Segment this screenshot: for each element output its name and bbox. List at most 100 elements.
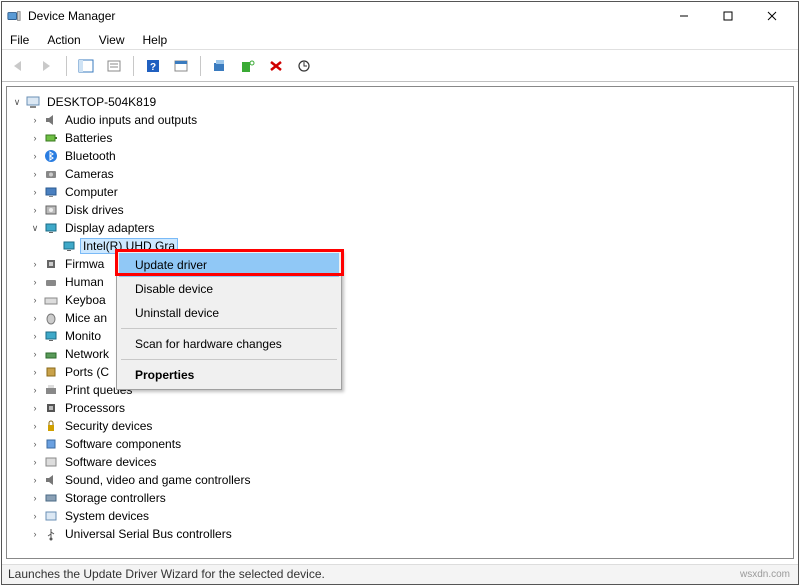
usb-icon	[43, 526, 59, 542]
expand-icon[interactable]: ›	[29, 492, 41, 504]
context-properties[interactable]: Properties	[119, 363, 339, 387]
hid-icon	[43, 274, 59, 290]
camera-icon	[43, 166, 59, 182]
expand-icon[interactable]: ›	[29, 528, 41, 540]
context-update-driver[interactable]: Update driver	[119, 253, 339, 277]
help-button[interactable]: ?	[142, 55, 164, 77]
expand-icon[interactable]: ›	[29, 312, 41, 324]
menu-action[interactable]: Action	[45, 33, 82, 47]
security-icon	[43, 418, 59, 434]
tree-item-computer[interactable]: ›Computer	[29, 183, 789, 201]
tree-item-sound[interactable]: ›Sound, video and game controllers	[29, 471, 789, 489]
context-separator	[121, 328, 337, 329]
context-disable-device[interactable]: Disable device	[119, 277, 339, 301]
expand-icon[interactable]: ›	[29, 258, 41, 270]
bluetooth-icon	[43, 148, 59, 164]
keyboard-icon	[43, 292, 59, 308]
back-button[interactable]	[8, 55, 30, 77]
titlebar: Device Manager	[2, 2, 798, 30]
expand-icon[interactable]: ›	[29, 150, 41, 162]
tree-item-disk-drives[interactable]: ›Disk drives	[29, 201, 789, 219]
expand-icon[interactable]: ›	[29, 330, 41, 342]
monitor-icon	[43, 328, 59, 344]
collapse-icon[interactable]: ∨	[11, 96, 23, 108]
sound-icon	[43, 472, 59, 488]
tree-item-cameras[interactable]: ›Cameras	[29, 165, 789, 183]
component-icon	[43, 436, 59, 452]
app-icon	[6, 8, 22, 24]
tree-item-usb-controllers[interactable]: ›Universal Serial Bus controllers	[29, 525, 789, 543]
tree-item-security[interactable]: ›Security devices	[29, 417, 789, 435]
tree-item-bluetooth[interactable]: ›Bluetooth	[29, 147, 789, 165]
tree-item-processors[interactable]: ›Processors	[29, 399, 789, 417]
computer-icon	[25, 94, 41, 110]
toolbar-separator	[66, 56, 67, 76]
maximize-button[interactable]	[706, 2, 750, 30]
expand-icon[interactable]: ›	[29, 186, 41, 198]
expand-icon[interactable]: ›	[29, 276, 41, 288]
expand-icon[interactable]: ›	[29, 474, 41, 486]
properties-button[interactable]	[103, 55, 125, 77]
expand-icon[interactable]: ›	[29, 204, 41, 216]
expand-icon[interactable]: ›	[29, 294, 41, 306]
close-button[interactable]	[750, 2, 794, 30]
status-text: Launches the Update Driver Wizard for th…	[8, 567, 325, 581]
window-title: Device Manager	[28, 9, 115, 23]
tree-item-software-devices[interactable]: ›Software devices	[29, 453, 789, 471]
tree-item-system-devices[interactable]: ›System devices	[29, 507, 789, 525]
forward-button[interactable]	[36, 55, 58, 77]
expand-icon[interactable]: ›	[29, 384, 41, 396]
menu-help[interactable]: Help	[141, 33, 170, 47]
minimize-button[interactable]	[662, 2, 706, 30]
collapse-icon[interactable]: ∨	[29, 222, 41, 234]
context-menu: Update driver Disable device Uninstall d…	[116, 250, 342, 390]
tree-item-software-components[interactable]: ›Software components	[29, 435, 789, 453]
expand-icon[interactable]: ›	[29, 420, 41, 432]
expand-icon[interactable]: ›	[29, 438, 41, 450]
network-icon	[43, 346, 59, 362]
show-hide-tree-button[interactable]	[75, 55, 97, 77]
display-adapter-icon	[43, 220, 59, 236]
svg-text:?: ?	[150, 62, 156, 73]
menubar: File Action View Help	[2, 30, 798, 50]
expand-icon[interactable]: ›	[29, 402, 41, 414]
context-separator	[121, 359, 337, 360]
mouse-icon	[43, 310, 59, 326]
expand-icon[interactable]: ›	[29, 132, 41, 144]
menu-file[interactable]: File	[8, 33, 31, 47]
menu-view[interactable]: View	[97, 33, 127, 47]
battery-icon	[43, 130, 59, 146]
cpu-icon	[43, 400, 59, 416]
storage-icon	[43, 490, 59, 506]
watermark: wsxdn.com	[740, 569, 790, 580]
tree-root[interactable]: ∨ DESKTOP-504K819	[11, 93, 789, 111]
firmware-icon	[43, 256, 59, 272]
disable-device-button[interactable]	[265, 55, 287, 77]
computer-icon	[43, 184, 59, 200]
tree-root-label: DESKTOP-504K819	[45, 95, 158, 109]
context-uninstall-device[interactable]: Uninstall device	[119, 301, 339, 325]
toolbar-separator	[133, 56, 134, 76]
disk-icon	[43, 202, 59, 218]
tree-item-batteries[interactable]: ›Batteries	[29, 129, 789, 147]
expand-icon[interactable]: ›	[29, 168, 41, 180]
uninstall-device-button[interactable]	[237, 55, 259, 77]
status-bar: Launches the Update Driver Wizard for th…	[2, 564, 798, 584]
display-adapter-icon	[61, 238, 77, 254]
expand-icon[interactable]: ›	[29, 366, 41, 378]
toolbar: ?	[2, 50, 798, 82]
expand-icon[interactable]: ›	[29, 114, 41, 126]
tree-item-audio[interactable]: ›Audio inputs and outputs	[29, 111, 789, 129]
system-icon	[43, 508, 59, 524]
action-button[interactable]	[170, 55, 192, 77]
context-scan-hardware[interactable]: Scan for hardware changes	[119, 332, 339, 356]
tree-item-storage-controllers[interactable]: ›Storage controllers	[29, 489, 789, 507]
expand-icon[interactable]: ›	[29, 510, 41, 522]
tree-item-display-adapters[interactable]: ∨Display adapters	[29, 219, 789, 237]
ports-icon	[43, 364, 59, 380]
printer-icon	[43, 382, 59, 398]
scan-hardware-button[interactable]	[293, 55, 315, 77]
expand-icon[interactable]: ›	[29, 348, 41, 360]
expand-icon[interactable]: ›	[29, 456, 41, 468]
update-driver-button[interactable]	[209, 55, 231, 77]
